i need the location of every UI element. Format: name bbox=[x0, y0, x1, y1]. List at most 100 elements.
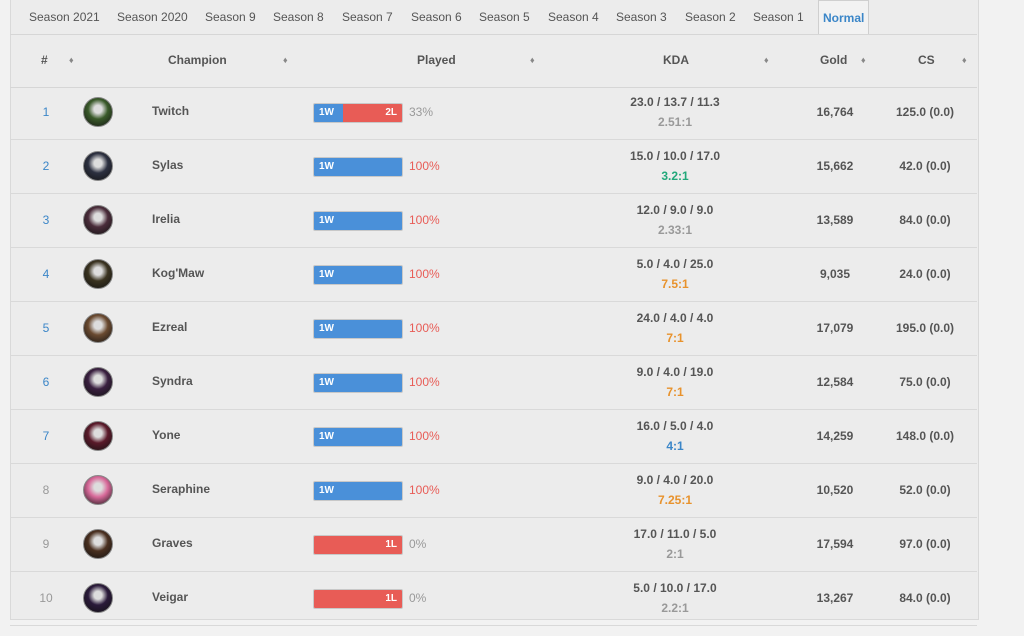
sort-rank-icon[interactable]: ♦ bbox=[69, 35, 74, 87]
cs-value: 24.0 (0.0) bbox=[899, 267, 951, 281]
tab-season-2020[interactable]: Season 2020 bbox=[117, 0, 188, 34]
winrate-bar: 1W bbox=[313, 211, 403, 231]
rank-cell: 5 bbox=[42, 321, 50, 335]
header-cs: CS bbox=[918, 53, 935, 67]
winrate-percent: 33% bbox=[409, 105, 434, 119]
champion-avatar[interactable] bbox=[83, 97, 113, 127]
cs-value: 52.0 (0.0) bbox=[899, 483, 951, 497]
kda-ratio: 2:1 bbox=[666, 547, 684, 561]
sort-gold-icon[interactable]: ♦ bbox=[861, 35, 866, 87]
wins-segment: 1W bbox=[314, 482, 402, 500]
kda-line: 15.0 / 10.0 / 17.0 bbox=[629, 149, 721, 163]
winrate-bar: 1W bbox=[313, 427, 403, 447]
winrate-bar: 1L bbox=[313, 589, 403, 609]
champion-avatar[interactable] bbox=[83, 583, 113, 613]
tab-season-6[interactable]: Season 6 bbox=[411, 0, 462, 34]
champion-name[interactable]: Irelia bbox=[152, 212, 180, 226]
gold-value: 13,589 bbox=[816, 213, 854, 227]
tab-season-1[interactable]: Season 1 bbox=[753, 0, 804, 34]
tab-season-8[interactable]: Season 8 bbox=[273, 0, 324, 34]
tab-season-3[interactable]: Season 3 bbox=[616, 0, 667, 34]
wins-segment: 1W bbox=[314, 320, 402, 338]
kda-ratio: 3.2:1 bbox=[661, 169, 689, 183]
table-row: 2 Sylas 1W 100% 15.0 / 10.0 / 17.0 3.2:1… bbox=[10, 140, 977, 194]
champion-name[interactable]: Twitch bbox=[152, 104, 189, 118]
winrate-bar: 1W bbox=[313, 319, 403, 339]
winrate-bar: 1W bbox=[313, 157, 403, 177]
table-row: 10 Veigar 1L 0% 5.0 / 10.0 / 17.0 2.2:1 … bbox=[10, 572, 977, 626]
winrate-bar: 1W bbox=[313, 265, 403, 285]
gold-value: 9,035 bbox=[819, 267, 851, 281]
table-row: 5 Ezreal 1W 100% 24.0 / 4.0 / 4.0 7:1 17… bbox=[10, 302, 977, 356]
tab-season-2021[interactable]: Season 2021 bbox=[29, 0, 100, 34]
wins-segment: 1W bbox=[314, 266, 402, 284]
cs-value: 42.0 (0.0) bbox=[899, 159, 951, 173]
winrate-percent: 100% bbox=[409, 159, 440, 173]
winrate-bar: 1L bbox=[313, 535, 403, 555]
cs-value: 75.0 (0.0) bbox=[899, 375, 951, 389]
sort-kda-icon[interactable]: ♦ bbox=[764, 35, 769, 87]
tab-season-4[interactable]: Season 4 bbox=[548, 0, 599, 34]
kda-line: 5.0 / 4.0 / 25.0 bbox=[636, 257, 714, 271]
winrate-percent: 100% bbox=[409, 375, 440, 389]
tab-season-2[interactable]: Season 2 bbox=[685, 0, 736, 34]
champion-avatar[interactable] bbox=[83, 205, 113, 235]
rank-cell: 3 bbox=[42, 213, 50, 227]
champion-name[interactable]: Graves bbox=[152, 536, 193, 550]
rank-cell: 7 bbox=[42, 429, 50, 443]
champion-avatar[interactable] bbox=[83, 151, 113, 181]
sort-cs-icon[interactable]: ♦ bbox=[962, 35, 967, 87]
winrate-percent: 100% bbox=[409, 429, 440, 443]
winrate-percent: 100% bbox=[409, 321, 440, 335]
table-row: 7 Yone 1W 100% 16.0 / 5.0 / 4.0 4:1 14,2… bbox=[10, 410, 977, 464]
tab-season-9[interactable]: Season 9 bbox=[205, 0, 256, 34]
tab-season-5[interactable]: Season 5 bbox=[479, 0, 530, 34]
header-champion: Champion bbox=[168, 53, 227, 67]
tab-normal[interactable]: Normal bbox=[818, 0, 870, 34]
champion-avatar[interactable] bbox=[83, 421, 113, 451]
kda-line: 17.0 / 11.0 / 5.0 bbox=[633, 527, 717, 541]
header-rank: # bbox=[41, 53, 48, 67]
wins-segment: 1W bbox=[314, 374, 402, 392]
tab-season-7[interactable]: Season 7 bbox=[342, 0, 393, 34]
wins-segment: 1W bbox=[314, 104, 344, 122]
rank-cell: 8 bbox=[42, 483, 50, 497]
sort-played-icon[interactable]: ♦ bbox=[530, 35, 535, 87]
gold-value: 16,764 bbox=[816, 105, 854, 119]
losses-segment: 2L bbox=[343, 104, 402, 122]
rank-cell: 9 bbox=[42, 537, 50, 551]
champion-avatar[interactable] bbox=[83, 313, 113, 343]
champion-name[interactable]: Sylas bbox=[152, 158, 183, 172]
gold-value: 17,079 bbox=[816, 321, 854, 335]
rank-cell: 1 bbox=[42, 105, 50, 119]
kda-ratio: 2.2:1 bbox=[661, 601, 689, 615]
losses-segment: 1L bbox=[314, 536, 402, 554]
gold-value: 12,584 bbox=[816, 375, 854, 389]
kda-ratio: 7:1 bbox=[666, 385, 684, 399]
champion-avatar[interactable] bbox=[83, 475, 113, 505]
table-row: 3 Irelia 1W 100% 12.0 / 9.0 / 9.0 2.33:1… bbox=[10, 194, 977, 248]
champion-avatar[interactable] bbox=[83, 529, 113, 559]
champion-name[interactable]: Yone bbox=[152, 428, 180, 442]
champion-name[interactable]: Ezreal bbox=[152, 320, 187, 334]
rank-cell: 10 bbox=[39, 591, 53, 605]
champion-name[interactable]: Syndra bbox=[152, 374, 193, 388]
gold-value: 15,662 bbox=[816, 159, 854, 173]
gold-value: 17,594 bbox=[816, 537, 854, 551]
kda-line: 16.0 / 5.0 / 4.0 bbox=[636, 419, 714, 433]
rank-cell: 2 bbox=[42, 159, 50, 173]
cs-value: 97.0 (0.0) bbox=[899, 537, 951, 551]
champion-name[interactable]: Kog'Maw bbox=[152, 266, 204, 280]
winrate-bar: 1W 2L bbox=[313, 103, 403, 123]
table-row: 1 Twitch 1W 2L 33% 23.0 / 13.7 / 11.3 2.… bbox=[10, 86, 977, 140]
header-kda: KDA bbox=[663, 53, 689, 67]
champion-name[interactable]: Seraphine bbox=[152, 482, 210, 496]
champion-avatar[interactable] bbox=[83, 367, 113, 397]
champion-name[interactable]: Veigar bbox=[152, 590, 188, 604]
cs-value: 84.0 (0.0) bbox=[899, 591, 951, 605]
wins-segment: 1W bbox=[314, 428, 402, 446]
table-row: 9 Graves 1L 0% 17.0 / 11.0 / 5.0 2:1 17,… bbox=[10, 518, 977, 572]
winrate-bar: 1W bbox=[313, 481, 403, 501]
sort-champion-icon[interactable]: ♦ bbox=[283, 35, 288, 87]
champion-avatar[interactable] bbox=[83, 259, 113, 289]
